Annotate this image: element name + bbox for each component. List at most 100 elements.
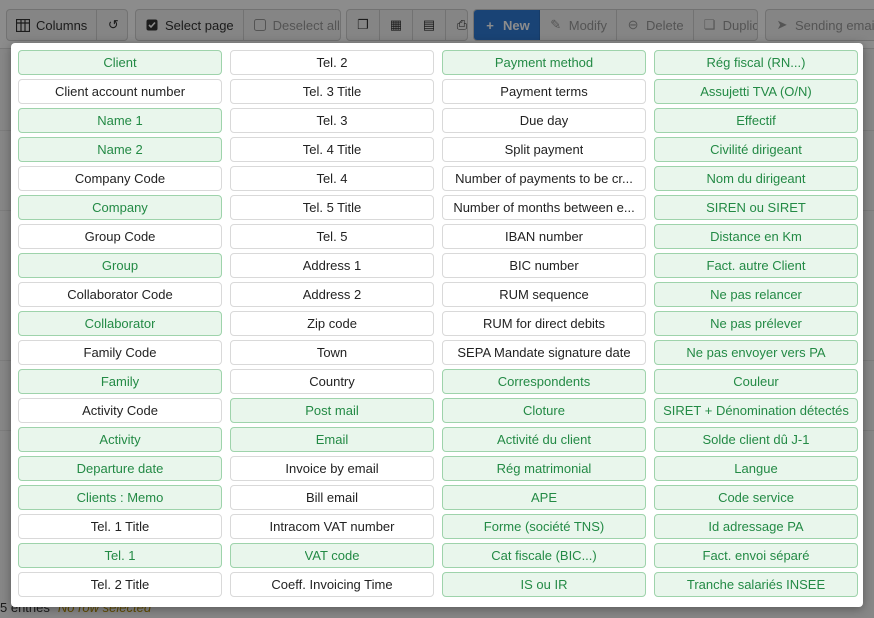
column-toggle-button[interactable]: SIRET + Dénomination détectés [654,398,858,423]
column-toggle-button[interactable]: Forme (société TNS) [442,514,646,539]
column-toggle-button[interactable]: Cloture [442,398,646,423]
column-toggle-button[interactable]: Post mail [230,398,434,423]
column-toggle-button[interactable]: Code service [654,485,858,510]
column-toggle-button[interactable]: Coeff. Invoicing Time [230,572,434,597]
column-toggle-label: Clients : Memo [76,490,164,505]
column-toggle-button[interactable]: Solde client dû J-1 [654,427,858,452]
column-toggle-label: Tel. 2 [316,55,348,70]
column-toggle-button[interactable]: Family [18,369,222,394]
column-toggle-button[interactable]: Civilité dirigeant [654,137,858,162]
column-toggle-label: SIRET + Dénomination détectés [663,403,849,418]
column-toggle-button[interactable]: Collaborator Code [18,282,222,307]
column-toggle-label: IS ou IR [520,577,568,592]
column-toggle-label: Activity Code [82,403,158,418]
column-toggle-button[interactable]: Ne pas relancer [654,282,858,307]
column-toggle-button[interactable]: Split payment [442,137,646,162]
column-toggle-button[interactable]: Invoice by email [230,456,434,481]
column-toggle-button[interactable]: Zip code [230,311,434,336]
column-toggle-button[interactable]: Couleur [654,369,858,394]
column-toggle-label: APE [530,490,557,505]
column-toggle-button[interactable]: Tel. 4 [230,166,434,191]
column-toggle-button[interactable]: BIC number [442,253,646,278]
column-toggle-button[interactable]: Ne pas envoyer vers PA [654,340,858,365]
column-toggle-button[interactable]: Tel. 3 [230,108,434,133]
column-toggle-button[interactable]: Client account number [18,79,222,104]
column-toggle-button[interactable]: Ne pas prélever [654,311,858,336]
column-toggle-label: Address 1 [302,258,362,273]
column-toggle-button[interactable]: Group [18,253,222,278]
column-toggle-button[interactable]: Address 2 [230,282,434,307]
column-toggle-button[interactable]: Client [18,50,222,75]
column-toggle-button[interactable]: Tel. 2 Title [18,572,222,597]
column-toggle-button[interactable]: Rég matrimonial [442,456,646,481]
column-toggle-button[interactable]: Nom du dirigeant [654,166,858,191]
column-toggle-label: Fact. envoi séparé [702,548,810,563]
column-toggle-button[interactable]: Name 2 [18,137,222,162]
column-toggle-label: Tel. 5 Title [302,200,362,215]
column-toggle-button[interactable]: Payment method [442,50,646,75]
column-toggle-button[interactable]: Email [230,427,434,452]
column-toggle-label: Post mail [305,403,359,418]
column-toggle-label: Group [101,258,139,273]
column-toggle-label: Company Code [74,171,166,186]
column-toggle-label: Name 2 [97,142,143,157]
column-toggle-label: Payment method [494,55,594,70]
column-toggle-grid: Client Tel. 2 Payment method Rég fiscal (RN… [18,50,858,597]
column-toggle-button[interactable]: Departure date [18,456,222,481]
column-toggle-button[interactable]: SIREN ou SIRET [654,195,858,220]
column-toggle-label: Tel. 4 Title [302,142,362,157]
column-toggle-button[interactable]: Collaborator [18,311,222,336]
column-toggle-button[interactable]: Langue [654,456,858,481]
column-toggle-label: Group Code [84,229,156,244]
column-toggle-button[interactable]: Activité du client [442,427,646,452]
column-toggle-button[interactable]: Tel. 5 [230,224,434,249]
column-toggle-button[interactable]: VAT code [230,543,434,568]
column-toggle-button[interactable]: Company Code [18,166,222,191]
column-toggle-button[interactable]: Tel. 1 [18,543,222,568]
column-toggle-button[interactable]: Name 1 [18,108,222,133]
column-toggle-label: Fact. autre Client [706,258,806,273]
column-toggle-button[interactable]: Family Code [18,340,222,365]
column-toggle-button[interactable]: Activity [18,427,222,452]
column-toggle-button[interactable]: APE [442,485,646,510]
column-toggle-button[interactable]: IBAN number [442,224,646,249]
column-toggle-button[interactable]: Tel. 3 Title [230,79,434,104]
column-toggle-label: Family [100,374,140,389]
column-toggle-button[interactable]: RUM sequence [442,282,646,307]
column-toggle-button[interactable]: Fact. autre Client [654,253,858,278]
column-toggle-button[interactable]: Town [230,340,434,365]
column-toggle-label: BIC number [509,258,579,273]
column-toggle-button[interactable]: Id adressage PA [654,514,858,539]
column-toggle-button[interactable]: Company [18,195,222,220]
column-toggle-button[interactable]: Clients : Memo [18,485,222,510]
column-toggle-button[interactable]: Effectif [654,108,858,133]
column-toggle-button[interactable]: Tel. 2 [230,50,434,75]
column-toggle-button[interactable]: Country [230,369,434,394]
column-toggle-button[interactable]: Tranche salariés INSEE [654,572,858,597]
column-toggle-label: Cat fiscale (BIC...) [491,548,597,563]
column-toggle-button[interactable]: IS ou IR [442,572,646,597]
column-toggle-button[interactable]: Fact. envoi séparé [654,543,858,568]
column-toggle-label: Invoice by email [285,461,379,476]
column-toggle-button[interactable]: Intracom VAT number [230,514,434,539]
column-toggle-button[interactable]: SEPA Mandate signature date [442,340,646,365]
column-toggle-button[interactable]: Distance en Km [654,224,858,249]
column-toggle-button[interactable]: Rég fiscal (RN...) [654,50,858,75]
column-visibility-dialog: Client Tel. 2 Payment method Rég fiscal (RN… [11,43,863,607]
column-toggle-button[interactable]: Address 1 [230,253,434,278]
column-toggle-label: Tel. 4 [316,171,348,186]
column-toggle-button[interactable]: Tel. 5 Title [230,195,434,220]
column-toggle-button[interactable]: Due day [442,108,646,133]
column-toggle-button[interactable]: Tel. 1 Title [18,514,222,539]
column-toggle-button[interactable]: Number of months between e... [442,195,646,220]
column-toggle-button[interactable]: RUM for direct debits [442,311,646,336]
column-toggle-button[interactable]: Cat fiscale (BIC...) [442,543,646,568]
column-toggle-button[interactable]: Activity Code [18,398,222,423]
column-toggle-button[interactable]: Correspondents [442,369,646,394]
column-toggle-button[interactable]: Assujetti TVA (O/N) [654,79,858,104]
column-toggle-button[interactable]: Payment terms [442,79,646,104]
column-toggle-button[interactable]: Tel. 4 Title [230,137,434,162]
column-toggle-button[interactable]: Group Code [18,224,222,249]
column-toggle-button[interactable]: Number of payments to be cr... [442,166,646,191]
column-toggle-button[interactable]: Bill email [230,485,434,510]
